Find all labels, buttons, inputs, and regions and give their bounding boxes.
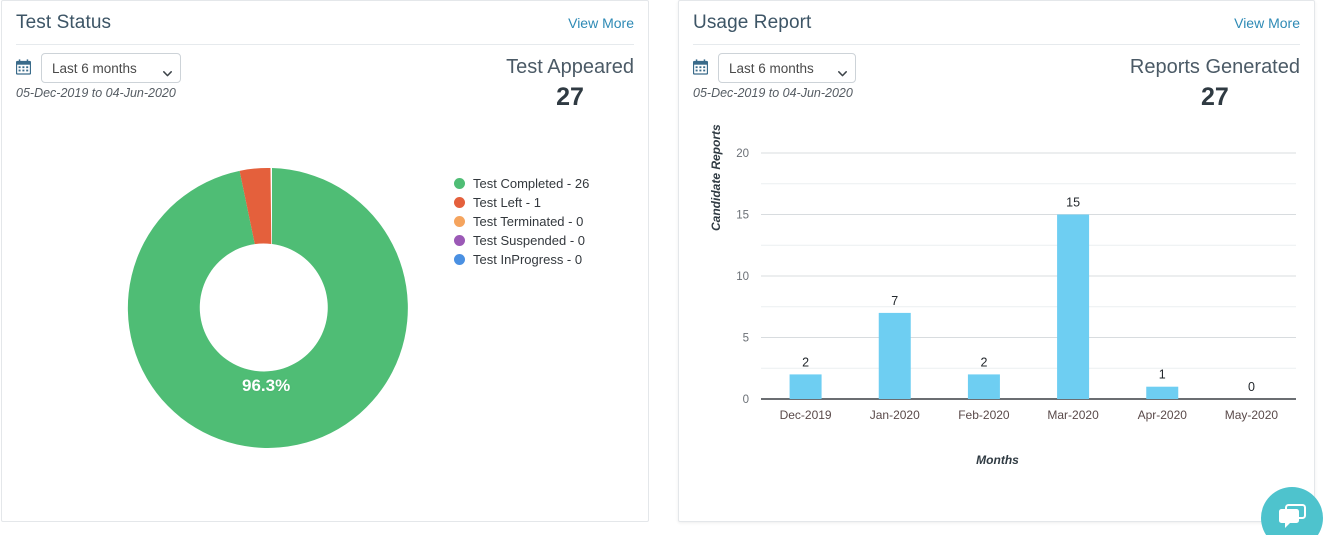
x-tick-label: Mar-2020	[1047, 408, 1099, 422]
test-appeared-kpi: Test Appeared 27	[506, 56, 634, 112]
legend-label: Test Terminated - 0	[473, 214, 584, 229]
page-title: Usage Report	[693, 12, 812, 33]
legend-item-test-completed[interactable]: Test Completed - 26	[454, 174, 589, 193]
date-range-select-usage-report[interactable]: Last 6 months	[718, 53, 856, 83]
x-tick-label: Apr-2020	[1138, 408, 1188, 422]
test-status-donut-chart: 96.3% Test Completed - 26 Test Left - 1 …	[2, 131, 650, 471]
legend-color-dot	[454, 254, 465, 265]
bar-value-label: 2	[802, 355, 809, 369]
legend-color-dot	[454, 178, 465, 189]
x-tick-label: Feb-2020	[958, 408, 1010, 422]
x-tick-label: May-2020	[1225, 408, 1279, 422]
legend-color-dot	[454, 216, 465, 227]
kpi-label: Test Appeared	[506, 56, 634, 78]
donut-legend: Test Completed - 26 Test Left - 1 Test T…	[454, 174, 589, 269]
calendar-icon	[15, 59, 32, 75]
bar-jan-2020	[878, 312, 911, 399]
legend-color-dot	[454, 235, 465, 246]
date-range-select-wrap: Last 6 months	[718, 53, 856, 83]
kpi-value: 27	[1201, 83, 1229, 111]
usage-report-header: Usage Report View More	[679, 1, 1314, 45]
bar-value-label: 7	[891, 294, 898, 308]
donut-svg	[127, 167, 408, 448]
usage-report-card: Usage Report View More Last 6 months 05-…	[678, 0, 1315, 522]
legend-label: Test Suspended - 0	[473, 233, 586, 248]
bar-value-label: 15	[1066, 196, 1080, 210]
x-tick-label: Dec-2019	[780, 408, 832, 422]
test-status-header: Test Status View More	[2, 1, 648, 45]
donut-percent-label: 96.3%	[242, 376, 291, 395]
chat-bubble-icon	[1277, 503, 1307, 534]
bar-feb-2020	[967, 374, 1000, 399]
legend-label: Test Left - 1	[473, 195, 541, 210]
bar-value-label: 0	[1248, 380, 1255, 394]
bar-dec-2019	[789, 374, 822, 399]
y-tick-label: 10	[736, 271, 749, 283]
page-title: Test Status	[16, 12, 112, 33]
kpi-value: 27	[556, 83, 584, 111]
date-range-select-wrap: Last 6 months	[41, 53, 181, 83]
y-tick-label: 0	[743, 394, 749, 406]
date-range-text-test-status: 05-Dec-2019 to 04-Jun-2020	[16, 86, 176, 100]
bar-value-label: 1	[1159, 368, 1166, 382]
x-axis-title: Months	[976, 453, 1019, 467]
y-tick-label: 5	[743, 333, 749, 345]
date-range-text-usage-report: 05-Dec-2019 to 04-Jun-2020	[693, 86, 853, 100]
x-tick-label: Jan-2020	[870, 408, 920, 422]
dashboard-page: Test Status View More Last 6 months 05-D…	[0, 0, 1323, 535]
view-more-link-test-status[interactable]: View More	[568, 15, 634, 31]
usage-report-bar-chart: Candidate Reports 0 5 10 15 20 2 Dec-2019 7 Jan-…	[679, 124, 1316, 491]
legend-color-dot	[454, 197, 465, 208]
date-range-select-test-status[interactable]: Last 6 months	[41, 53, 181, 83]
legend-label: Test Completed - 26	[473, 176, 590, 191]
test-status-card: Test Status View More Last 6 months 05-D…	[1, 0, 649, 522]
bar-apr-2020	[1146, 386, 1179, 399]
bar-value-label: 2	[980, 355, 987, 369]
kpi-label: Reports Generated	[1129, 56, 1300, 78]
y-tick-label: 15	[736, 210, 749, 222]
y-tick-label: 20	[736, 148, 749, 160]
y-axis-title: Candidate Reports	[709, 124, 723, 231]
view-more-link-usage-report[interactable]: View More	[1234, 15, 1300, 31]
bar-chart-svg: 051015202Dec-20197Jan-20202Feb-202015Mar…	[736, 148, 1296, 422]
legend-item-test-inprogress[interactable]: Test InProgress - 0	[454, 250, 589, 269]
bar-mar-2020	[1057, 214, 1090, 399]
calendar-icon	[692, 59, 709, 75]
legend-item-test-terminated[interactable]: Test Terminated - 0	[454, 212, 589, 231]
reports-generated-kpi: Reports Generated 27	[1130, 56, 1300, 112]
legend-item-test-left[interactable]: Test Left - 1	[454, 193, 589, 212]
legend-item-test-suspended[interactable]: Test Suspended - 0	[454, 231, 589, 250]
legend-label: Test InProgress - 0	[473, 252, 583, 267]
